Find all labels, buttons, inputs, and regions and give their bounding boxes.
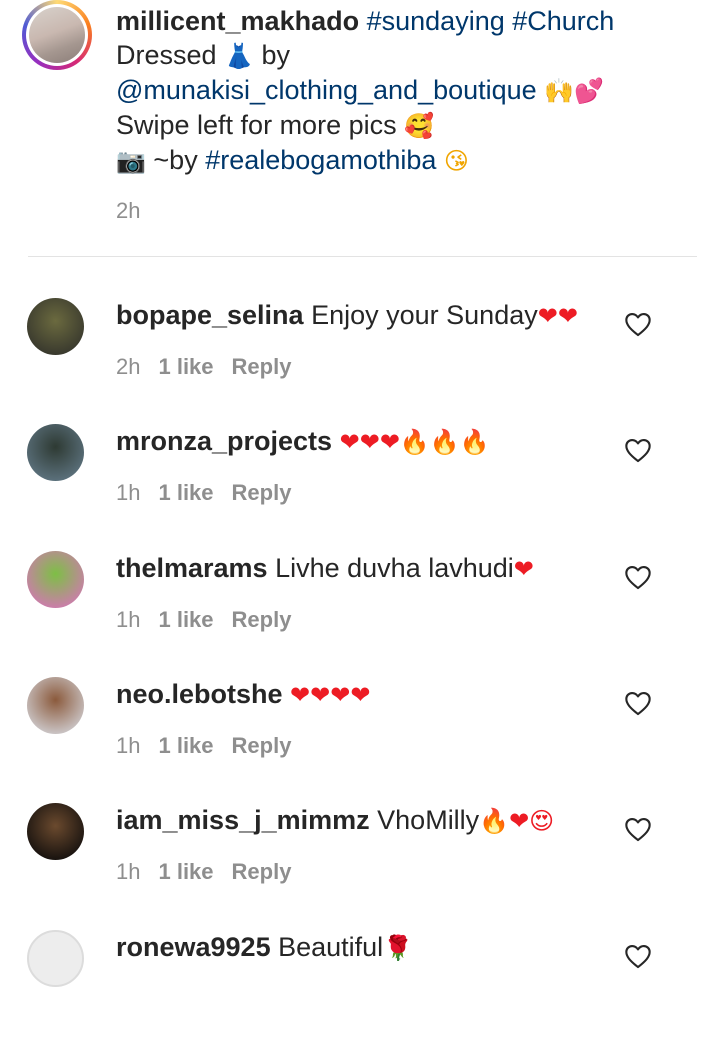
comment-row: thelmarams Livhe duvha lavhudi❤ 1h 1 like R… <box>0 551 720 677</box>
comment-meta: 2h 1 like Reply <box>116 354 309 380</box>
reply-button[interactable]: Reply <box>232 733 292 758</box>
comment-text: neo.lebotshe ❤❤❤❤ <box>116 677 616 712</box>
comment-meta: 1h 1 like Reply <box>116 859 309 885</box>
comment-timestamp: 1h <box>116 859 141 884</box>
caption-dressed-label: Dressed <box>116 40 217 70</box>
comment-like-count[interactable]: 1 like <box>158 480 213 505</box>
commenter-avatar[interactable] <box>27 930 84 987</box>
heart-outline-icon[interactable] <box>624 311 652 337</box>
comment-emojis: ❤❤ <box>537 302 578 330</box>
avatar-photo <box>29 7 85 63</box>
comment-timestamp: 2h <box>116 354 141 379</box>
comment-timestamp: 1h <box>116 607 141 632</box>
caption-text: millicent_makhado #sundaying #Church Dre… <box>116 4 706 178</box>
comment-meta: 1h 1 like Reply <box>116 480 309 506</box>
comment-body: Livhe duvha lavhudi <box>275 553 514 583</box>
caption-hashtags[interactable]: #sundaying #Church <box>367 6 615 36</box>
comment-row: iam_miss_j_mimmz VhoMilly🔥❤😍 1h 1 like Repl… <box>0 803 720 929</box>
reply-button[interactable]: Reply <box>232 607 292 632</box>
caption-username[interactable]: millicent_makhado <box>116 6 359 36</box>
camera-emoji-icon: 📷 <box>116 147 146 175</box>
commenter-avatar[interactable] <box>27 551 84 608</box>
comment-like-count[interactable]: 1 like <box>158 859 213 884</box>
comment-emojis: ❤❤❤🔥🔥🔥 <box>339 428 490 456</box>
comment-like-count[interactable]: 1 like <box>158 354 213 379</box>
caption-by-label: by <box>261 40 290 70</box>
caption-photographer-tag[interactable]: #realebogamothiba <box>205 145 436 175</box>
kiss-emoji-icon: 😘 <box>443 147 469 175</box>
comment-body: Enjoy your Sunday <box>311 300 538 330</box>
comment-text: ronewa9925 Beautiful🌹 <box>116 930 616 965</box>
comment-emojis: 🔥❤😍 <box>479 807 555 835</box>
heart-outline-icon[interactable] <box>624 943 652 969</box>
comment-meta: 1h 1 like Reply <box>116 733 309 759</box>
caption-mention-link[interactable]: @munakisi_clothing_and_boutique <box>116 75 537 105</box>
reply-button[interactable]: Reply <box>232 480 292 505</box>
caption-author-avatar[interactable] <box>22 0 92 70</box>
commenter-username[interactable]: ronewa9925 <box>116 932 271 962</box>
caption-photo-credit-label: ~by <box>153 145 198 175</box>
smiling-hearts-emoji-icon: 🥰 <box>404 112 435 140</box>
comment-row: bopape_selina Enjoy your Sunday❤❤ 2h 1 lik… <box>0 298 720 424</box>
reply-button[interactable]: Reply <box>232 859 292 884</box>
comment-row: mronza_projects ❤❤❤🔥🔥🔥 1h 1 like Reply <box>0 424 720 550</box>
commenter-avatar[interactable] <box>27 677 84 734</box>
comment-text: iam_miss_j_mimmz VhoMilly🔥❤😍 <box>116 803 616 838</box>
heart-outline-icon[interactable] <box>624 690 652 716</box>
comment-text: mronza_projects ❤❤❤🔥🔥🔥 <box>116 424 616 459</box>
heart-outline-icon[interactable] <box>624 816 652 842</box>
post-caption: millicent_makhado #sundaying #Church Dre… <box>0 0 720 255</box>
commenter-avatar[interactable] <box>27 424 84 481</box>
comment-like-count[interactable]: 1 like <box>158 607 213 632</box>
comment-emojis: ❤❤❤❤ <box>290 681 371 709</box>
comment-text: thelmarams Livhe duvha lavhudi❤ <box>116 551 616 586</box>
commenter-username[interactable]: bopape_selina <box>116 300 304 330</box>
divider <box>28 256 697 257</box>
reply-button[interactable]: Reply <box>232 354 292 379</box>
heart-outline-icon[interactable] <box>624 437 652 463</box>
commenter-avatar[interactable] <box>27 803 84 860</box>
comment-meta: 1h 1 like Reply <box>116 607 309 633</box>
comment-timestamp: 1h <box>116 480 141 505</box>
commenter-username[interactable]: mronza_projects <box>116 426 332 456</box>
caption-swipe-text: Swipe left for more pics <box>116 110 397 140</box>
commenter-avatar[interactable] <box>27 298 84 355</box>
comment-body: Beautiful <box>278 932 384 962</box>
commenter-username[interactable]: neo.lebotshe <box>116 679 283 709</box>
commenter-username[interactable]: thelmarams <box>116 553 268 583</box>
commenter-username[interactable]: iam_miss_j_mimmz <box>116 805 370 835</box>
caption-timestamp: 2h <box>116 198 141 223</box>
comment-like-count[interactable]: 1 like <box>158 733 213 758</box>
comment-row: ronewa9925 Beautiful🌹 <box>0 930 720 1056</box>
comment-timestamp: 1h <box>116 733 141 758</box>
praise-hands-emoji-icon: 🙌💕 <box>544 77 604 105</box>
heart-outline-icon[interactable] <box>624 564 652 590</box>
dress-emoji-icon: 👗 <box>224 42 254 70</box>
comment-text: bopape_selina Enjoy your Sunday❤❤ <box>116 298 616 333</box>
comment-body: VhoMilly <box>377 805 480 835</box>
comment-emojis: ❤ <box>513 555 534 583</box>
comment-row: neo.lebotshe ❤❤❤❤ 1h 1 like Reply <box>0 677 720 803</box>
comment-emojis: 🌹 <box>383 934 414 962</box>
